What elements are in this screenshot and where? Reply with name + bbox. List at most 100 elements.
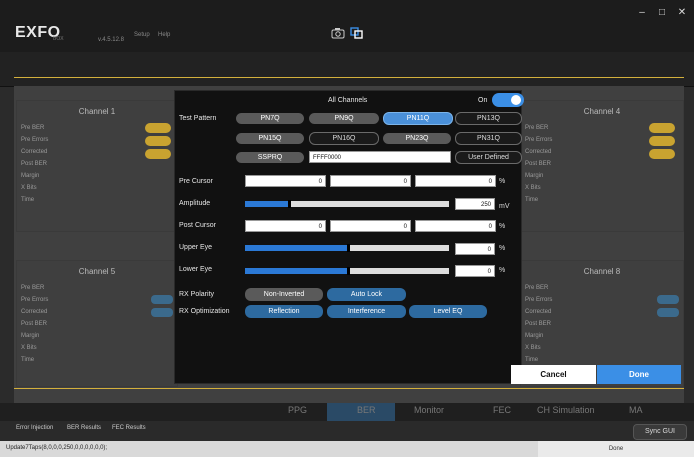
pre-cursor-label: Pre Cursor xyxy=(179,178,213,185)
channel-title: Channel 8 xyxy=(583,267,621,276)
channel-row: X Bits xyxy=(21,345,37,351)
channel-row: Pre BER xyxy=(21,285,45,291)
channel-title: Channel 1 xyxy=(78,107,116,116)
pre-cursor-input-1[interactable]: 0 xyxy=(245,175,326,187)
pre-cursor-input-2[interactable]: 0 xyxy=(330,175,411,187)
tab-ma[interactable]: MA xyxy=(629,405,643,415)
on-label: On xyxy=(478,97,488,104)
amplitude-slider-fill xyxy=(245,201,288,207)
post-cursor-input-3[interactable]: 0 xyxy=(415,220,496,232)
percent-unit: % xyxy=(499,245,506,252)
pattern-pn31q-button[interactable]: PN31Q xyxy=(455,132,522,145)
tab-ch-simulation[interactable]: CH Simulation xyxy=(537,405,595,415)
post-cursor-input-2[interactable]: 0 xyxy=(330,220,411,232)
lower-eye-slider-thumb[interactable] xyxy=(347,267,350,275)
channel-row: Post BER xyxy=(21,321,48,327)
level-eq-button[interactable]: Level EQ xyxy=(409,305,487,318)
test-pattern-label: Test Pattern xyxy=(179,115,217,122)
toggle-knob xyxy=(511,95,521,105)
minimize-button[interactable]: – xyxy=(634,6,650,20)
channel-row: Time xyxy=(525,197,539,203)
upper-eye-slider-fill xyxy=(245,245,347,251)
user-defined-button[interactable]: User Defined xyxy=(455,151,522,164)
tab-ber[interactable]: BER xyxy=(357,405,376,415)
upper-eye-slider-thumb[interactable] xyxy=(347,244,350,252)
pattern-pn13q-button[interactable]: PN13Q xyxy=(455,112,522,125)
upper-eye-input[interactable]: 0 xyxy=(455,243,495,255)
channel-title: Channel 4 xyxy=(583,107,621,116)
percent-unit: % xyxy=(499,223,506,230)
cancel-button[interactable]: Cancel xyxy=(511,365,596,384)
status-pill xyxy=(151,295,173,304)
camera-icon[interactable] xyxy=(331,26,345,39)
status-pill xyxy=(649,123,675,133)
rx-polarity-label: RX Polarity xyxy=(179,291,215,298)
separator-line xyxy=(14,388,684,389)
amplitude-slider-thumb[interactable] xyxy=(288,200,291,208)
status-pill xyxy=(145,123,171,133)
amplitude-label: Amplitude xyxy=(179,200,211,207)
lower-eye-label: Lower Eye xyxy=(179,266,213,273)
channel-row: Time xyxy=(21,197,35,203)
percent-unit: % xyxy=(499,178,506,185)
title-bar xyxy=(0,0,694,52)
tab-fec-results[interactable]: FEC Results xyxy=(112,425,146,431)
channel-row: Post BER xyxy=(525,161,552,167)
post-cursor-input-1[interactable]: 0 xyxy=(245,220,326,232)
results-bar xyxy=(0,421,694,441)
separator-line xyxy=(14,77,684,78)
status-pill xyxy=(151,308,173,317)
amplitude-input[interactable]: 250 xyxy=(455,198,495,210)
status-state: Done xyxy=(538,441,694,457)
version-label: v.4.5.12.8 xyxy=(98,37,124,43)
auto-lock-button[interactable]: Auto Lock xyxy=(327,288,406,301)
channel-row: Margin xyxy=(525,173,544,179)
menu-help[interactable]: Help xyxy=(158,32,170,38)
channel-panel-1: Channel 1 Pre BER Pre Errors Corrected P… xyxy=(16,100,178,232)
lower-eye-slider-fill xyxy=(245,268,347,274)
tab-ber-results[interactable]: BER Results xyxy=(67,425,101,431)
pre-cursor-input-3[interactable]: 0 xyxy=(415,175,496,187)
channel-row: X Bits xyxy=(525,345,541,351)
pattern-pn11q-button[interactable]: PN11Q xyxy=(383,112,453,125)
channel-row: Pre BER xyxy=(525,285,549,291)
menu-setup[interactable]: Setup xyxy=(134,32,150,38)
status-pill xyxy=(145,136,171,146)
pattern-pn9q-button[interactable]: PN9Q xyxy=(309,113,379,124)
pattern-pn16q-button[interactable]: PN16Q xyxy=(309,132,379,145)
close-button[interactable]: ✕ xyxy=(674,6,690,20)
non-inverted-button[interactable]: Non-Inverted xyxy=(245,288,323,301)
tab-fec[interactable]: FEC xyxy=(493,405,511,415)
channel-panel-5: Channel 5 Pre BER Pre Errors Corrected P… xyxy=(16,260,178,387)
channel-row: Time xyxy=(21,357,35,363)
channel-row: Margin xyxy=(21,333,40,339)
tab-error-injection[interactable]: Error Injection xyxy=(16,425,53,431)
channel-row: Margin xyxy=(525,333,544,339)
logo-subtitle: BOX xyxy=(53,36,64,42)
status-pill xyxy=(649,136,675,146)
channel-panel-4: Channel 4 Pre BER Pre Errors Corrected P… xyxy=(520,100,684,232)
pattern-pn15q-button[interactable]: PN15Q xyxy=(236,133,304,144)
channel-row: Margin xyxy=(21,173,40,179)
toolbar-band xyxy=(0,52,694,87)
user-pattern-input[interactable]: FFFF0000 xyxy=(309,151,451,163)
reflection-button[interactable]: Reflection xyxy=(245,305,323,318)
window-copy-icon[interactable] xyxy=(350,26,363,39)
maximize-button[interactable]: □ xyxy=(654,6,670,20)
post-cursor-label: Post Cursor xyxy=(179,222,216,229)
all-channels-label: All Channels xyxy=(328,97,368,104)
channel-row: X Bits xyxy=(525,185,541,191)
lower-eye-input[interactable]: 0 xyxy=(455,265,495,277)
interference-button[interactable]: Interference xyxy=(327,305,406,318)
done-button[interactable]: Done xyxy=(597,365,681,384)
sync-gui-button[interactable]: Sync GUI xyxy=(633,424,687,440)
mv-unit: mV xyxy=(499,203,510,210)
pattern-pn7q-button[interactable]: PN7Q xyxy=(236,113,304,124)
tab-ppg[interactable]: PPG xyxy=(288,405,307,415)
pattern-ssprq-button[interactable]: SSPRQ xyxy=(236,152,304,163)
channel-row: Post BER xyxy=(525,321,552,327)
rx-optimization-label: RX Optimization xyxy=(179,308,230,315)
tab-monitor[interactable]: Monitor xyxy=(414,405,444,415)
status-pill xyxy=(145,149,171,159)
pattern-pn23q-button[interactable]: PN23Q xyxy=(383,133,451,144)
